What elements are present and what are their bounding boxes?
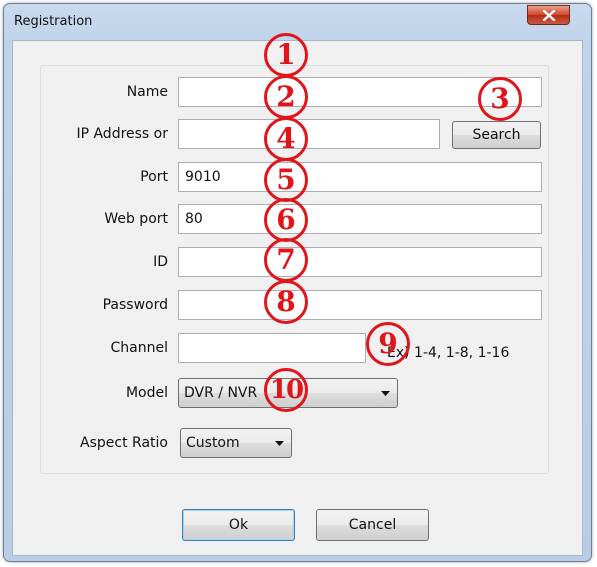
chevron-down-icon: [275, 441, 284, 446]
model-label: Model: [125, 385, 168, 401]
annotation-marker-9: 9: [366, 322, 410, 366]
close-button[interactable]: [527, 5, 570, 25]
chevron-down-icon: [381, 391, 390, 396]
web-port-label: Web port: [104, 211, 168, 227]
annotation-marker-7: 7: [264, 238, 308, 282]
annotation-marker-4: 4: [264, 117, 308, 161]
annotation-marker-8: 8: [264, 280, 308, 324]
channel-field[interactable]: [178, 333, 366, 363]
password-field[interactable]: [178, 290, 542, 320]
aspect-ratio-label: Aspect Ratio: [80, 435, 168, 451]
port-field[interactable]: 9010: [178, 162, 542, 192]
id-label: ID: [153, 254, 168, 270]
cancel-button[interactable]: Cancel: [316, 509, 429, 541]
annotation-marker-1: 1: [264, 33, 308, 77]
close-icon: [542, 10, 556, 21]
annotation-marker-6: 6: [264, 198, 308, 242]
name-label: Name: [126, 84, 168, 100]
annotation-marker-2: 2: [264, 75, 308, 119]
model-select-value: DVR / NVR: [184, 385, 258, 401]
annotation-marker-3: 3: [478, 77, 522, 121]
ip-address-field[interactable]: [178, 119, 440, 149]
ip-address-label: IP Address or: [76, 126, 168, 142]
password-label: Password: [102, 297, 168, 313]
aspect-ratio-select[interactable]: Custom: [180, 428, 292, 458]
title-bar[interactable]: Registration: [4, 4, 591, 40]
annotation-marker-10: 10: [264, 368, 308, 412]
id-field[interactable]: [178, 247, 542, 277]
web-port-field[interactable]: 80: [178, 204, 542, 234]
channel-label: Channel: [110, 340, 168, 356]
window-title: Registration: [14, 14, 93, 29]
port-label: Port: [140, 169, 168, 185]
aspect-ratio-select-value: Custom: [186, 435, 240, 451]
search-button[interactable]: Search: [452, 121, 541, 149]
ok-button[interactable]: Ok: [182, 509, 295, 541]
annotation-marker-5: 5: [264, 158, 308, 202]
